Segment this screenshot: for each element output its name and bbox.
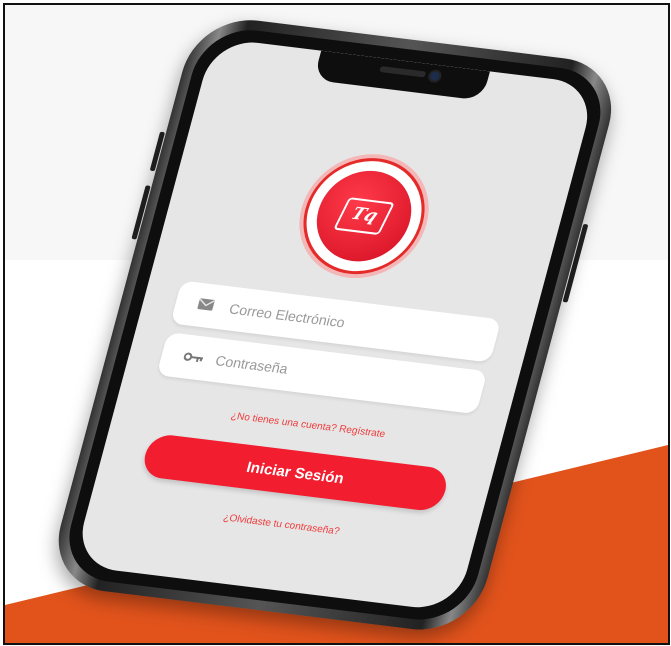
logo-circle: Tq [306, 165, 422, 267]
password-input[interactable] [211, 351, 459, 399]
logo-text: Tq [347, 204, 382, 227]
screenshot-frame: Tq Correo Electrónico ¿No tienes una cue… [3, 3, 670, 645]
phone-screen: Tq Correo Electrónico ¿No tienes una cue… [72, 37, 598, 613]
phone-shell: Tq Correo Electrónico ¿No tienes una cue… [45, 13, 625, 637]
login-button[interactable]: Iniciar Sesión [139, 432, 451, 513]
front-camera-icon [429, 71, 441, 82]
logo-icon: Tq [333, 197, 395, 236]
key-icon [182, 348, 216, 368]
email-input[interactable] [225, 299, 473, 347]
phone-mockup: Tq Correo Electrónico ¿No tienes una cue… [5, 5, 668, 643]
mail-icon [196, 296, 230, 316]
speaker-grille [379, 66, 427, 78]
phone-bezel: Tq Correo Electrónico ¿No tienes una cue… [57, 24, 613, 626]
phone-notch [313, 50, 490, 101]
app-logo: Tq [290, 151, 439, 281]
